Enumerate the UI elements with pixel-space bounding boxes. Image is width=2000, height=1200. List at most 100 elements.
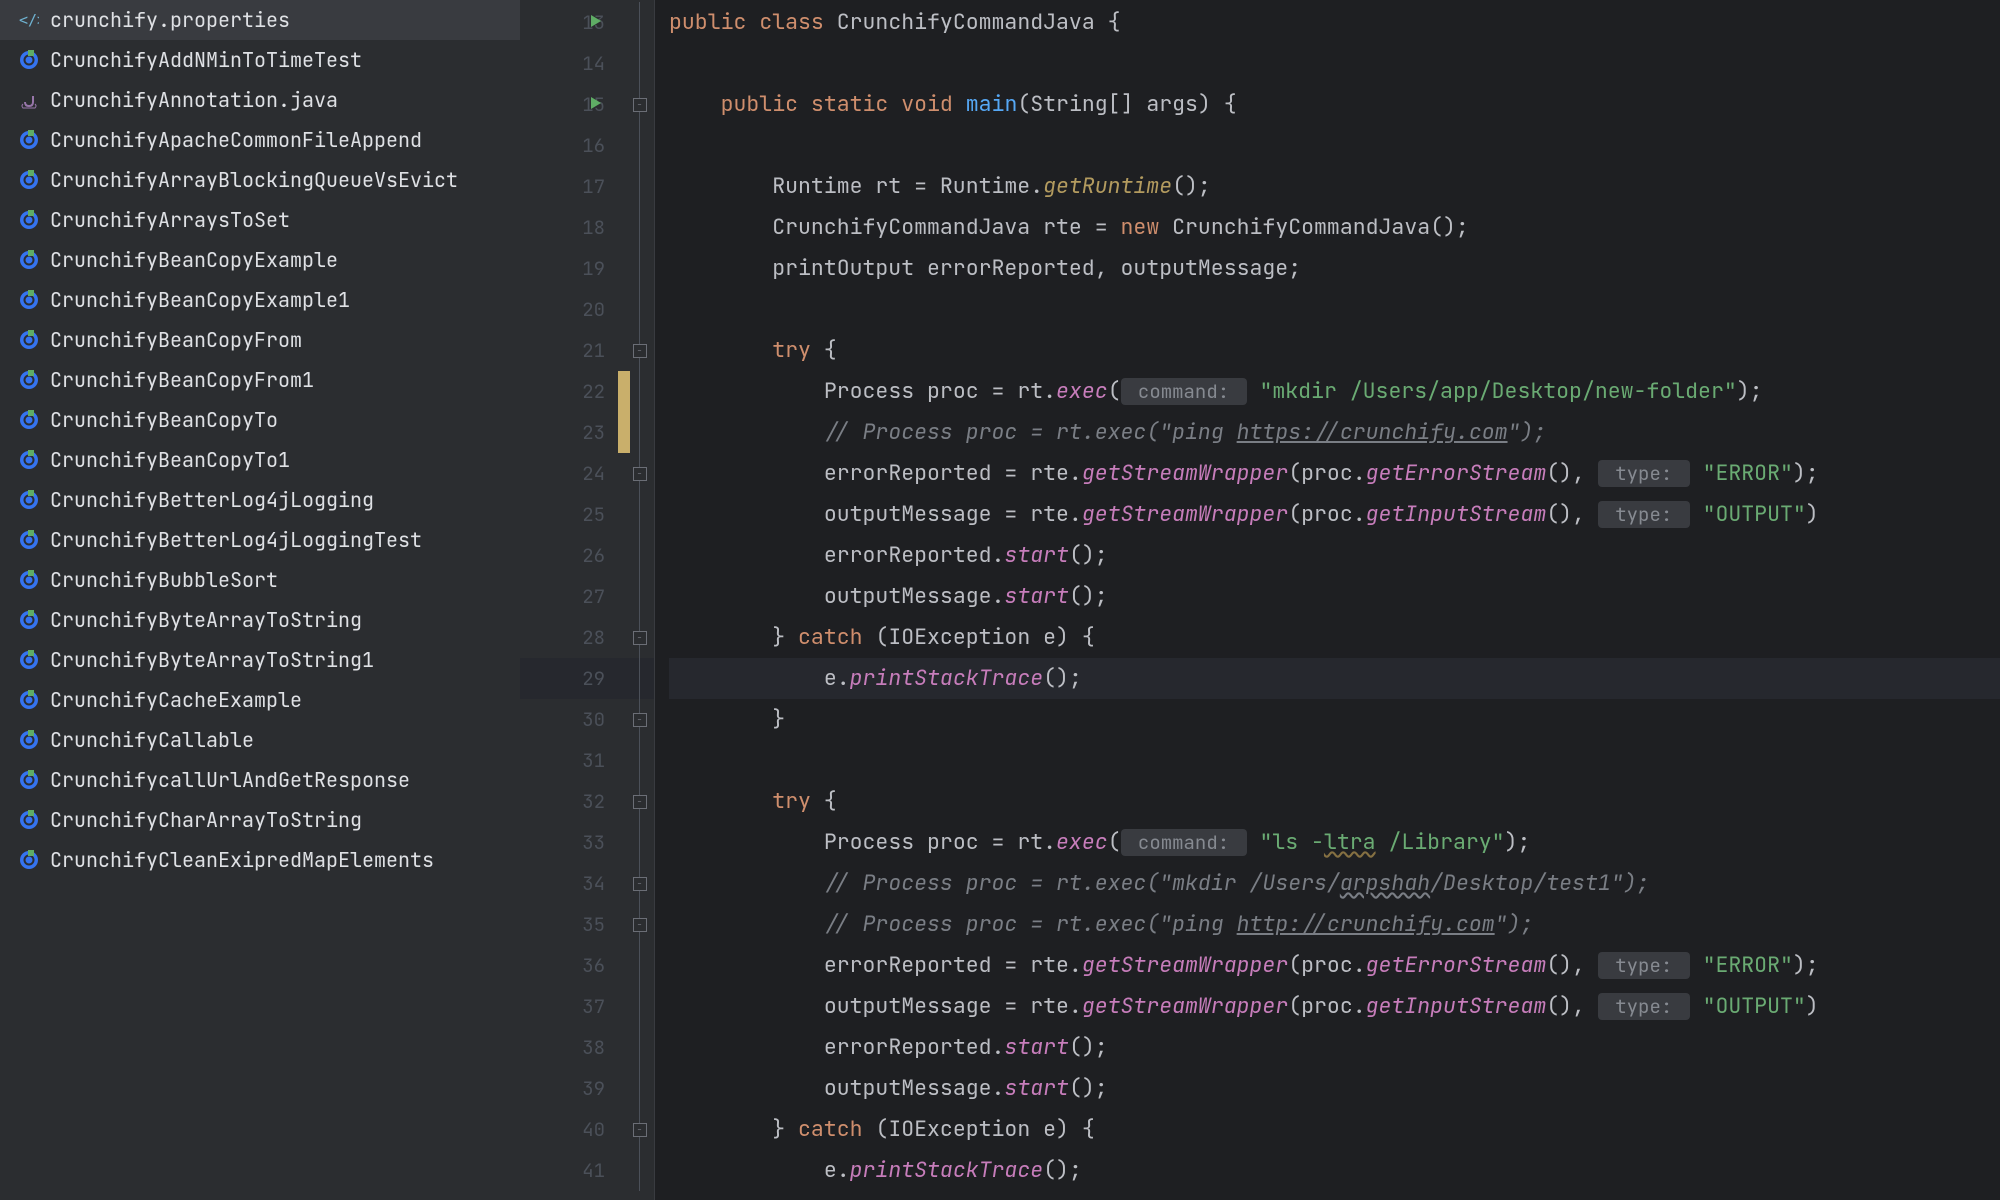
file-tree-item[interactable]: CrunchifyAddNMinToTimeTest — [0, 40, 520, 80]
gutter-line-number[interactable]: 37 — [520, 986, 625, 1027]
fold-expand-icon[interactable]: − — [633, 795, 647, 809]
file-tree-item[interactable]: CrunchifyCacheExample — [0, 680, 520, 720]
code-line[interactable]: // Process proc = rt.exec("ping http://c… — [669, 904, 2000, 945]
code-line[interactable]: CrunchifyCommandJava rte = new Crunchify… — [669, 207, 2000, 248]
fold-expand-icon[interactable]: − — [633, 467, 647, 481]
file-tree-item[interactable]: CrunchifycallUrlAndGetResponse — [0, 760, 520, 800]
gutter-line-number[interactable]: 40 — [520, 1109, 625, 1150]
file-tree-item[interactable]: </>crunchify.properties — [0, 0, 520, 40]
code-line[interactable]: outputMessage = rte.getStreamWrapper(pro… — [669, 986, 2000, 1027]
code-line[interactable] — [669, 740, 2000, 781]
file-tree-item[interactable]: CrunchifyBetterLog4jLogging — [0, 480, 520, 520]
gutter-line-number[interactable]: 22 — [520, 371, 625, 412]
file-tree-item[interactable]: CrunchifyCharArrayToString — [0, 800, 520, 840]
code-line[interactable]: public static void main(String[] args) { — [669, 84, 2000, 125]
fold-collapse-icon[interactable]: − — [633, 631, 647, 645]
code-line[interactable]: // Process proc = rt.exec("mkdir /Users/… — [669, 863, 2000, 904]
gutter-line-number[interactable]: 32 — [520, 781, 625, 822]
gutter-line-number[interactable]: 24 — [520, 453, 625, 494]
code-line[interactable]: errorReported.start(); — [669, 1027, 2000, 1068]
run-gutter-icon[interactable] — [588, 92, 604, 117]
file-tree-item[interactable]: CrunchifyBeanCopyExample1 — [0, 280, 520, 320]
gutter-line-number[interactable]: 17 — [520, 166, 625, 207]
gutter-line-number[interactable]: 18 — [520, 207, 625, 248]
code-editor[interactable]: public class CrunchifyCommandJava { publ… — [655, 0, 2000, 1200]
file-tree-item[interactable]: CrunchifyAnnotation.java — [0, 80, 520, 120]
code-line[interactable]: Process proc = rt.exec( command: "ls -lt… — [669, 822, 2000, 863]
file-tree-item-label: crunchify.properties — [50, 7, 290, 33]
file-tree-item[interactable]: CrunchifyBetterLog4jLoggingTest — [0, 520, 520, 560]
gutter-line-number[interactable]: 13 — [520, 2, 625, 43]
fold-row: − — [625, 453, 654, 494]
gutter-line-number[interactable]: 28 — [520, 617, 625, 658]
file-tree-item[interactable]: CrunchifyCleanExipredMapElements — [0, 840, 520, 880]
code-line[interactable]: } catch (IOException e) { — [669, 1109, 2000, 1150]
run-gutter-icon[interactable] — [588, 10, 604, 35]
code-line[interactable] — [669, 43, 2000, 84]
gutter-line-number[interactable]: 21 — [520, 330, 625, 371]
gutter-line-number[interactable]: 16 — [520, 125, 625, 166]
code-line[interactable]: Runtime rt = Runtime.getRuntime(); — [669, 166, 2000, 207]
fold-expand-icon[interactable]: − — [633, 1123, 647, 1137]
code-line[interactable]: errorReported.start(); — [669, 535, 2000, 576]
code-line[interactable]: try { — [669, 781, 2000, 822]
code-line[interactable]: printOutput errorReported, outputMessage… — [669, 248, 2000, 289]
code-line[interactable]: e.printStackTrace(); — [669, 1150, 2000, 1191]
file-tree-item[interactable]: CrunchifyBeanCopyTo1 — [0, 440, 520, 480]
code-line[interactable]: try { — [669, 330, 2000, 371]
code-line[interactable]: errorReported = rte.getStreamWrapper(pro… — [669, 453, 2000, 494]
gutter-line-number[interactable]: 15 — [520, 84, 625, 125]
code-line[interactable]: // Process proc = rt.exec("ping https://… — [669, 412, 2000, 453]
gutter-line-number[interactable]: 39 — [520, 1068, 625, 1109]
gutter-line-number[interactable]: 30 — [520, 699, 625, 740]
code-line[interactable] — [669, 289, 2000, 330]
file-tree-item[interactable]: CrunchifyArraysToSet — [0, 200, 520, 240]
code-line[interactable]: } — [669, 699, 2000, 740]
gutter-line-number[interactable]: 25 — [520, 494, 625, 535]
file-tree-item[interactable]: CrunchifyBeanCopyFrom1 — [0, 360, 520, 400]
file-tree-item[interactable]: CrunchifyByteArrayToString1 — [0, 640, 520, 680]
project-file-tree[interactable]: </>crunchify.propertiesCrunchifyAddNMinT… — [0, 0, 520, 1200]
code-line[interactable]: public class CrunchifyCommandJava { — [669, 2, 2000, 43]
gutter-line-number[interactable]: 14 — [520, 43, 625, 84]
fold-expand-icon[interactable]: − — [633, 918, 647, 932]
fold-collapse-icon[interactable]: − — [633, 713, 647, 727]
fold-row — [625, 166, 654, 207]
file-tree-item[interactable]: CrunchifyCallable — [0, 720, 520, 760]
code-line[interactable]: outputMessage = rte.getStreamWrapper(pro… — [669, 494, 2000, 535]
gutter-line-number[interactable]: 23 — [520, 412, 625, 453]
code-line[interactable]: outputMessage.start(); — [669, 1068, 2000, 1109]
code-line[interactable] — [669, 125, 2000, 166]
code-line[interactable]: Process proc = rt.exec( command: "mkdir … — [669, 371, 2000, 412]
fold-expand-icon[interactable]: − — [633, 98, 647, 112]
fold-row — [625, 248, 654, 289]
gutter-line-number[interactable]: 33 — [520, 822, 625, 863]
gutter-line-number[interactable]: 41 — [520, 1150, 625, 1191]
gutter-line-number[interactable]: 35 — [520, 904, 625, 945]
file-tree-item[interactable]: CrunchifyBeanCopyFrom — [0, 320, 520, 360]
gutter-line-number[interactable]: 31 — [520, 740, 625, 781]
code-line[interactable]: } catch (IOException e) { — [669, 617, 2000, 658]
file-tree-item[interactable]: CrunchifyApacheCommonFileAppend — [0, 120, 520, 160]
fold-expand-icon[interactable]: − — [633, 877, 647, 891]
gutter-line-number[interactable]: 26 — [520, 535, 625, 576]
line-number-gutter[interactable]: 1314151617181920212223242526272829303132… — [520, 0, 625, 1200]
gutter-line-number[interactable]: 36 — [520, 945, 625, 986]
file-tree-item[interactable]: CrunchifyBubbleSort — [0, 560, 520, 600]
gutter-line-number[interactable]: 19 — [520, 248, 625, 289]
gutter-line-number[interactable]: 27 — [520, 576, 625, 617]
gutter-line-number[interactable]: 34 — [520, 863, 625, 904]
gutter-line-number[interactable]: 38 — [520, 1027, 625, 1068]
file-tree-item[interactable]: CrunchifyBeanCopyTo — [0, 400, 520, 440]
fold-expand-icon[interactable]: − — [633, 344, 647, 358]
file-tree-item[interactable]: CrunchifyByteArrayToString — [0, 600, 520, 640]
file-tree-item[interactable]: CrunchifyArrayBlockingQueueVsEvict — [0, 160, 520, 200]
gutter-line-number[interactable]: 20 — [520, 289, 625, 330]
fold-column[interactable]: − − − − − − − − − — [625, 0, 655, 1200]
code-line[interactable]: errorReported = rte.getStreamWrapper(pro… — [669, 945, 2000, 986]
code-line[interactable]: outputMessage.start(); — [669, 576, 2000, 617]
code-line-current[interactable]: e.printStackTrace(); — [669, 658, 2000, 699]
fold-row — [625, 740, 654, 781]
file-tree-item[interactable]: CrunchifyBeanCopyExample — [0, 240, 520, 280]
gutter-line-number[interactable]: 29 — [520, 658, 625, 699]
